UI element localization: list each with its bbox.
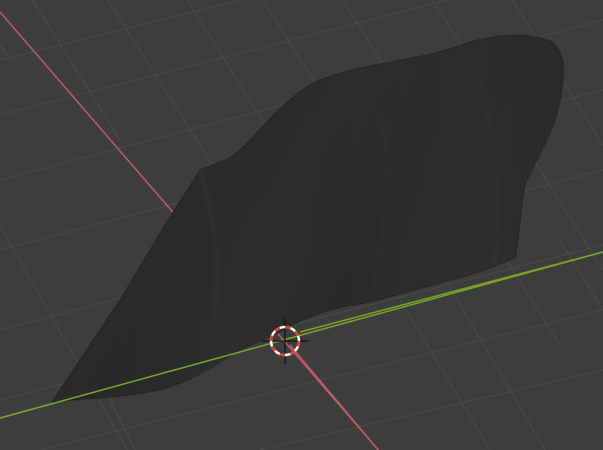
3d-viewport[interactable] bbox=[0, 0, 603, 450]
viewport-canvas[interactable] bbox=[0, 0, 603, 450]
